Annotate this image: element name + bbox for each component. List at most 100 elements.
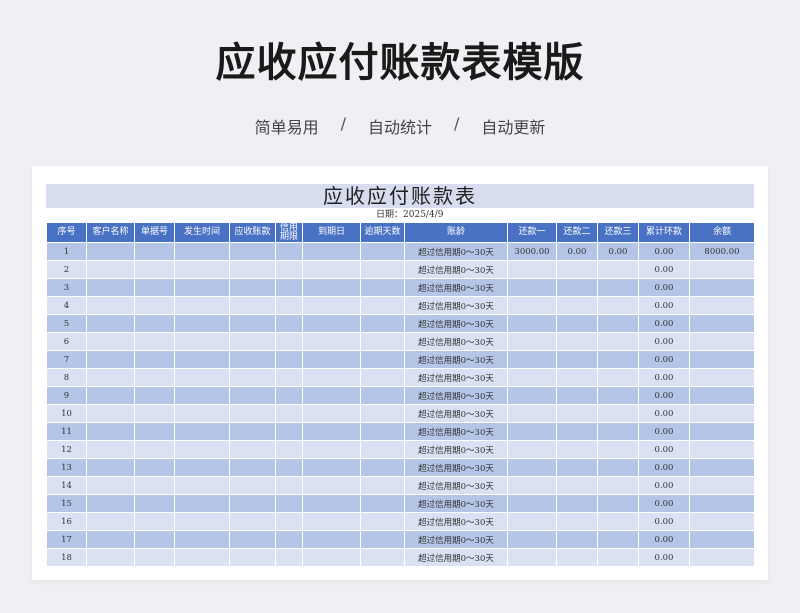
- table-cell[interactable]: [275, 260, 303, 279]
- table-cell[interactable]: [229, 368, 276, 387]
- table-cell[interactable]: [134, 404, 175, 423]
- table-cell[interactable]: 14: [46, 476, 87, 495]
- table-cell[interactable]: [689, 548, 755, 567]
- table-cell[interactable]: [556, 404, 598, 423]
- table-cell[interactable]: [174, 512, 230, 531]
- table-cell[interactable]: [302, 332, 361, 351]
- table-cell[interactable]: [556, 458, 598, 477]
- table-cell[interactable]: [229, 242, 276, 261]
- table-cell[interactable]: [275, 278, 303, 297]
- table-cell[interactable]: [229, 296, 276, 315]
- table-cell[interactable]: [360, 314, 405, 333]
- table-cell[interactable]: [302, 422, 361, 441]
- table-cell[interactable]: [597, 530, 639, 549]
- table-cell[interactable]: [229, 422, 276, 441]
- table-cell[interactable]: [174, 386, 230, 405]
- table-cell[interactable]: [507, 476, 557, 495]
- table-cell[interactable]: 16: [46, 512, 87, 531]
- table-cell[interactable]: [360, 512, 405, 531]
- column-header[interactable]: 应收账款: [229, 222, 276, 243]
- table-cell[interactable]: [134, 458, 175, 477]
- table-cell[interactable]: [302, 368, 361, 387]
- table-cell[interactable]: [229, 530, 276, 549]
- table-cell[interactable]: [689, 422, 755, 441]
- table-cell[interactable]: [86, 296, 135, 315]
- table-cell[interactable]: 13: [46, 458, 87, 477]
- table-cell[interactable]: 超过信用期0～30天: [404, 260, 508, 279]
- table-cell[interactable]: [556, 440, 598, 459]
- table-cell[interactable]: [689, 440, 755, 459]
- table-cell[interactable]: 超过信用期0～30天: [404, 422, 508, 441]
- table-cell[interactable]: 18: [46, 548, 87, 567]
- column-header[interactable]: 累计环款: [638, 222, 690, 243]
- table-cell[interactable]: [507, 404, 557, 423]
- table-cell[interactable]: 超过信用期0～30天: [404, 386, 508, 405]
- table-cell[interactable]: [229, 440, 276, 459]
- table-cell[interactable]: [507, 512, 557, 531]
- table-cell[interactable]: [302, 314, 361, 333]
- table-cell[interactable]: [507, 530, 557, 549]
- table-cell[interactable]: [174, 242, 230, 261]
- table-cell[interactable]: [507, 296, 557, 315]
- table-cell[interactable]: [134, 278, 175, 297]
- table-cell[interactable]: [302, 350, 361, 369]
- table-cell[interactable]: [507, 332, 557, 351]
- table-cell[interactable]: [507, 278, 557, 297]
- table-cell[interactable]: [174, 494, 230, 513]
- table-cell[interactable]: [597, 422, 639, 441]
- table-cell[interactable]: [86, 422, 135, 441]
- table-cell[interactable]: [275, 242, 303, 261]
- table-cell[interactable]: [275, 296, 303, 315]
- table-cell[interactable]: 0.00: [638, 260, 690, 279]
- table-cell[interactable]: 17: [46, 530, 87, 549]
- table-cell[interactable]: [229, 314, 276, 333]
- table-cell[interactable]: 0.00: [638, 530, 690, 549]
- table-cell[interactable]: [229, 458, 276, 477]
- table-cell[interactable]: [229, 404, 276, 423]
- table-cell[interactable]: [174, 530, 230, 549]
- table-cell[interactable]: [597, 260, 639, 279]
- table-cell[interactable]: [360, 350, 405, 369]
- table-cell[interactable]: [86, 548, 135, 567]
- table-cell[interactable]: [134, 296, 175, 315]
- table-cell[interactable]: [689, 260, 755, 279]
- table-cell[interactable]: [229, 512, 276, 531]
- table-cell[interactable]: [597, 386, 639, 405]
- table-cell[interactable]: [507, 494, 557, 513]
- table-cell[interactable]: [229, 386, 276, 405]
- table-cell[interactable]: 超过信用期0～30天: [404, 512, 508, 531]
- table-cell[interactable]: [134, 242, 175, 261]
- column-header[interactable]: 余额: [689, 222, 755, 243]
- table-cell[interactable]: [134, 386, 175, 405]
- table-cell[interactable]: [597, 296, 639, 315]
- table-cell[interactable]: [360, 260, 405, 279]
- table-cell[interactable]: [229, 332, 276, 351]
- table-cell[interactable]: [360, 548, 405, 567]
- table-cell[interactable]: 超过信用期0～30天: [404, 332, 508, 351]
- table-cell[interactable]: 0.00: [638, 314, 690, 333]
- table-cell[interactable]: [360, 296, 405, 315]
- table-cell[interactable]: 超过信用期0～30天: [404, 278, 508, 297]
- table-cell[interactable]: [360, 386, 405, 405]
- table-cell[interactable]: [360, 242, 405, 261]
- table-cell[interactable]: [229, 278, 276, 297]
- table-cell[interactable]: 12: [46, 440, 87, 459]
- table-cell[interactable]: [275, 494, 303, 513]
- table-cell[interactable]: [556, 476, 598, 495]
- table-cell[interactable]: [597, 278, 639, 297]
- table-cell[interactable]: [86, 278, 135, 297]
- table-cell[interactable]: [302, 548, 361, 567]
- table-cell[interactable]: [174, 350, 230, 369]
- table-cell[interactable]: [689, 494, 755, 513]
- table-cell[interactable]: [597, 548, 639, 567]
- table-cell[interactable]: [86, 440, 135, 459]
- table-cell[interactable]: [556, 332, 598, 351]
- table-cell[interactable]: [174, 332, 230, 351]
- table-cell[interactable]: 2: [46, 260, 87, 279]
- table-cell[interactable]: [134, 530, 175, 549]
- table-cell[interactable]: 3: [46, 278, 87, 297]
- table-cell[interactable]: [134, 494, 175, 513]
- column-header[interactable]: 发生时间: [174, 222, 230, 243]
- table-cell[interactable]: [507, 548, 557, 567]
- column-header[interactable]: 还款二: [556, 222, 598, 243]
